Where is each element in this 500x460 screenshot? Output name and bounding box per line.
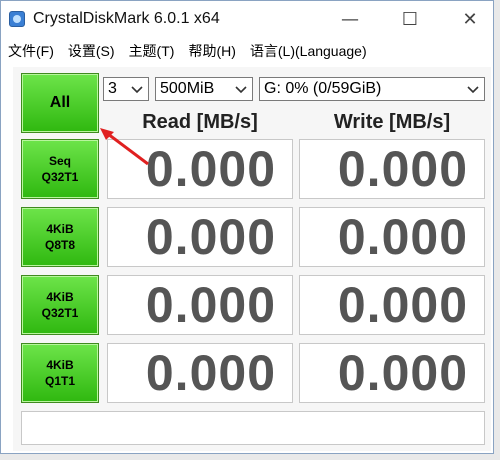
- all-button[interactable]: All: [21, 73, 99, 133]
- title-bar[interactable]: CrystalDiskMark 6.0.1 x64 — ☐ ✕: [1, 1, 493, 37]
- app-window: CrystalDiskMark 6.0.1 x64 — ☐ ✕ 文件(F) 设置…: [0, 0, 494, 454]
- write-column-header: Write [MB/s]: [333, 111, 451, 133]
- menu-settings[interactable]: 设置(S): [61, 39, 122, 61]
- chevron-down-icon: [131, 86, 143, 94]
- drive-value: G: 0% (0/59GiB): [264, 80, 382, 97]
- menu-bar: 文件(F) 设置(S) 主题(T) 帮助(H) 语言(L)(Language): [1, 39, 493, 61]
- menu-language[interactable]: 语言(L)(Language): [243, 39, 374, 61]
- chevron-down-icon: [467, 86, 479, 94]
- 4kib-q1t1-read-result: 0.000: [107, 343, 293, 403]
- read-column-header: Read [MB/s]: [142, 111, 258, 133]
- menu-theme[interactable]: 主题(T): [122, 39, 182, 61]
- chevron-down-icon: [235, 86, 247, 94]
- status-comment-box[interactable]: [21, 411, 485, 445]
- test-count-select[interactable]: 3: [103, 77, 149, 101]
- menu-file[interactable]: 文件(F): [1, 39, 61, 61]
- close-button[interactable]: ✕: [447, 1, 493, 37]
- 4kib-q32t1-read-result: 0.000: [107, 275, 293, 335]
- seq-q32t1-read-result: 0.000: [107, 139, 293, 199]
- 4kib-q32t1-write-result: 0.000: [299, 275, 485, 335]
- 4kib-q32t1-button[interactable]: 4KiB Q32T1: [21, 275, 99, 335]
- seq-q32t1-button[interactable]: Seq Q32T1: [21, 139, 99, 199]
- 4kib-q8t8-read-result: 0.000: [107, 207, 293, 267]
- menu-help[interactable]: 帮助(H): [181, 39, 242, 61]
- 4kib-q1t1-button[interactable]: 4KiB Q1T1: [21, 343, 99, 403]
- window-title: CrystalDiskMark 6.0.1 x64: [33, 10, 220, 27]
- minimize-button[interactable]: —: [327, 1, 373, 37]
- app-disk-icon: [9, 11, 25, 27]
- 4kib-q1t1-write-result: 0.000: [299, 343, 485, 403]
- test-size-value: 500MiB: [160, 80, 215, 97]
- test-count-value: 3: [108, 80, 117, 97]
- seq-q32t1-write-result: 0.000: [299, 139, 485, 199]
- 4kib-q8t8-write-result: 0.000: [299, 207, 485, 267]
- maximize-button[interactable]: ☐: [387, 1, 433, 37]
- drive-select[interactable]: G: 0% (0/59GiB): [259, 77, 485, 101]
- benchmark-panel: All 3 500MiB G: 0% (0/59GiB) Read [MB/s]…: [13, 67, 491, 451]
- test-size-select[interactable]: 500MiB: [155, 77, 253, 101]
- 4kib-q8t8-button[interactable]: 4KiB Q8T8: [21, 207, 99, 267]
